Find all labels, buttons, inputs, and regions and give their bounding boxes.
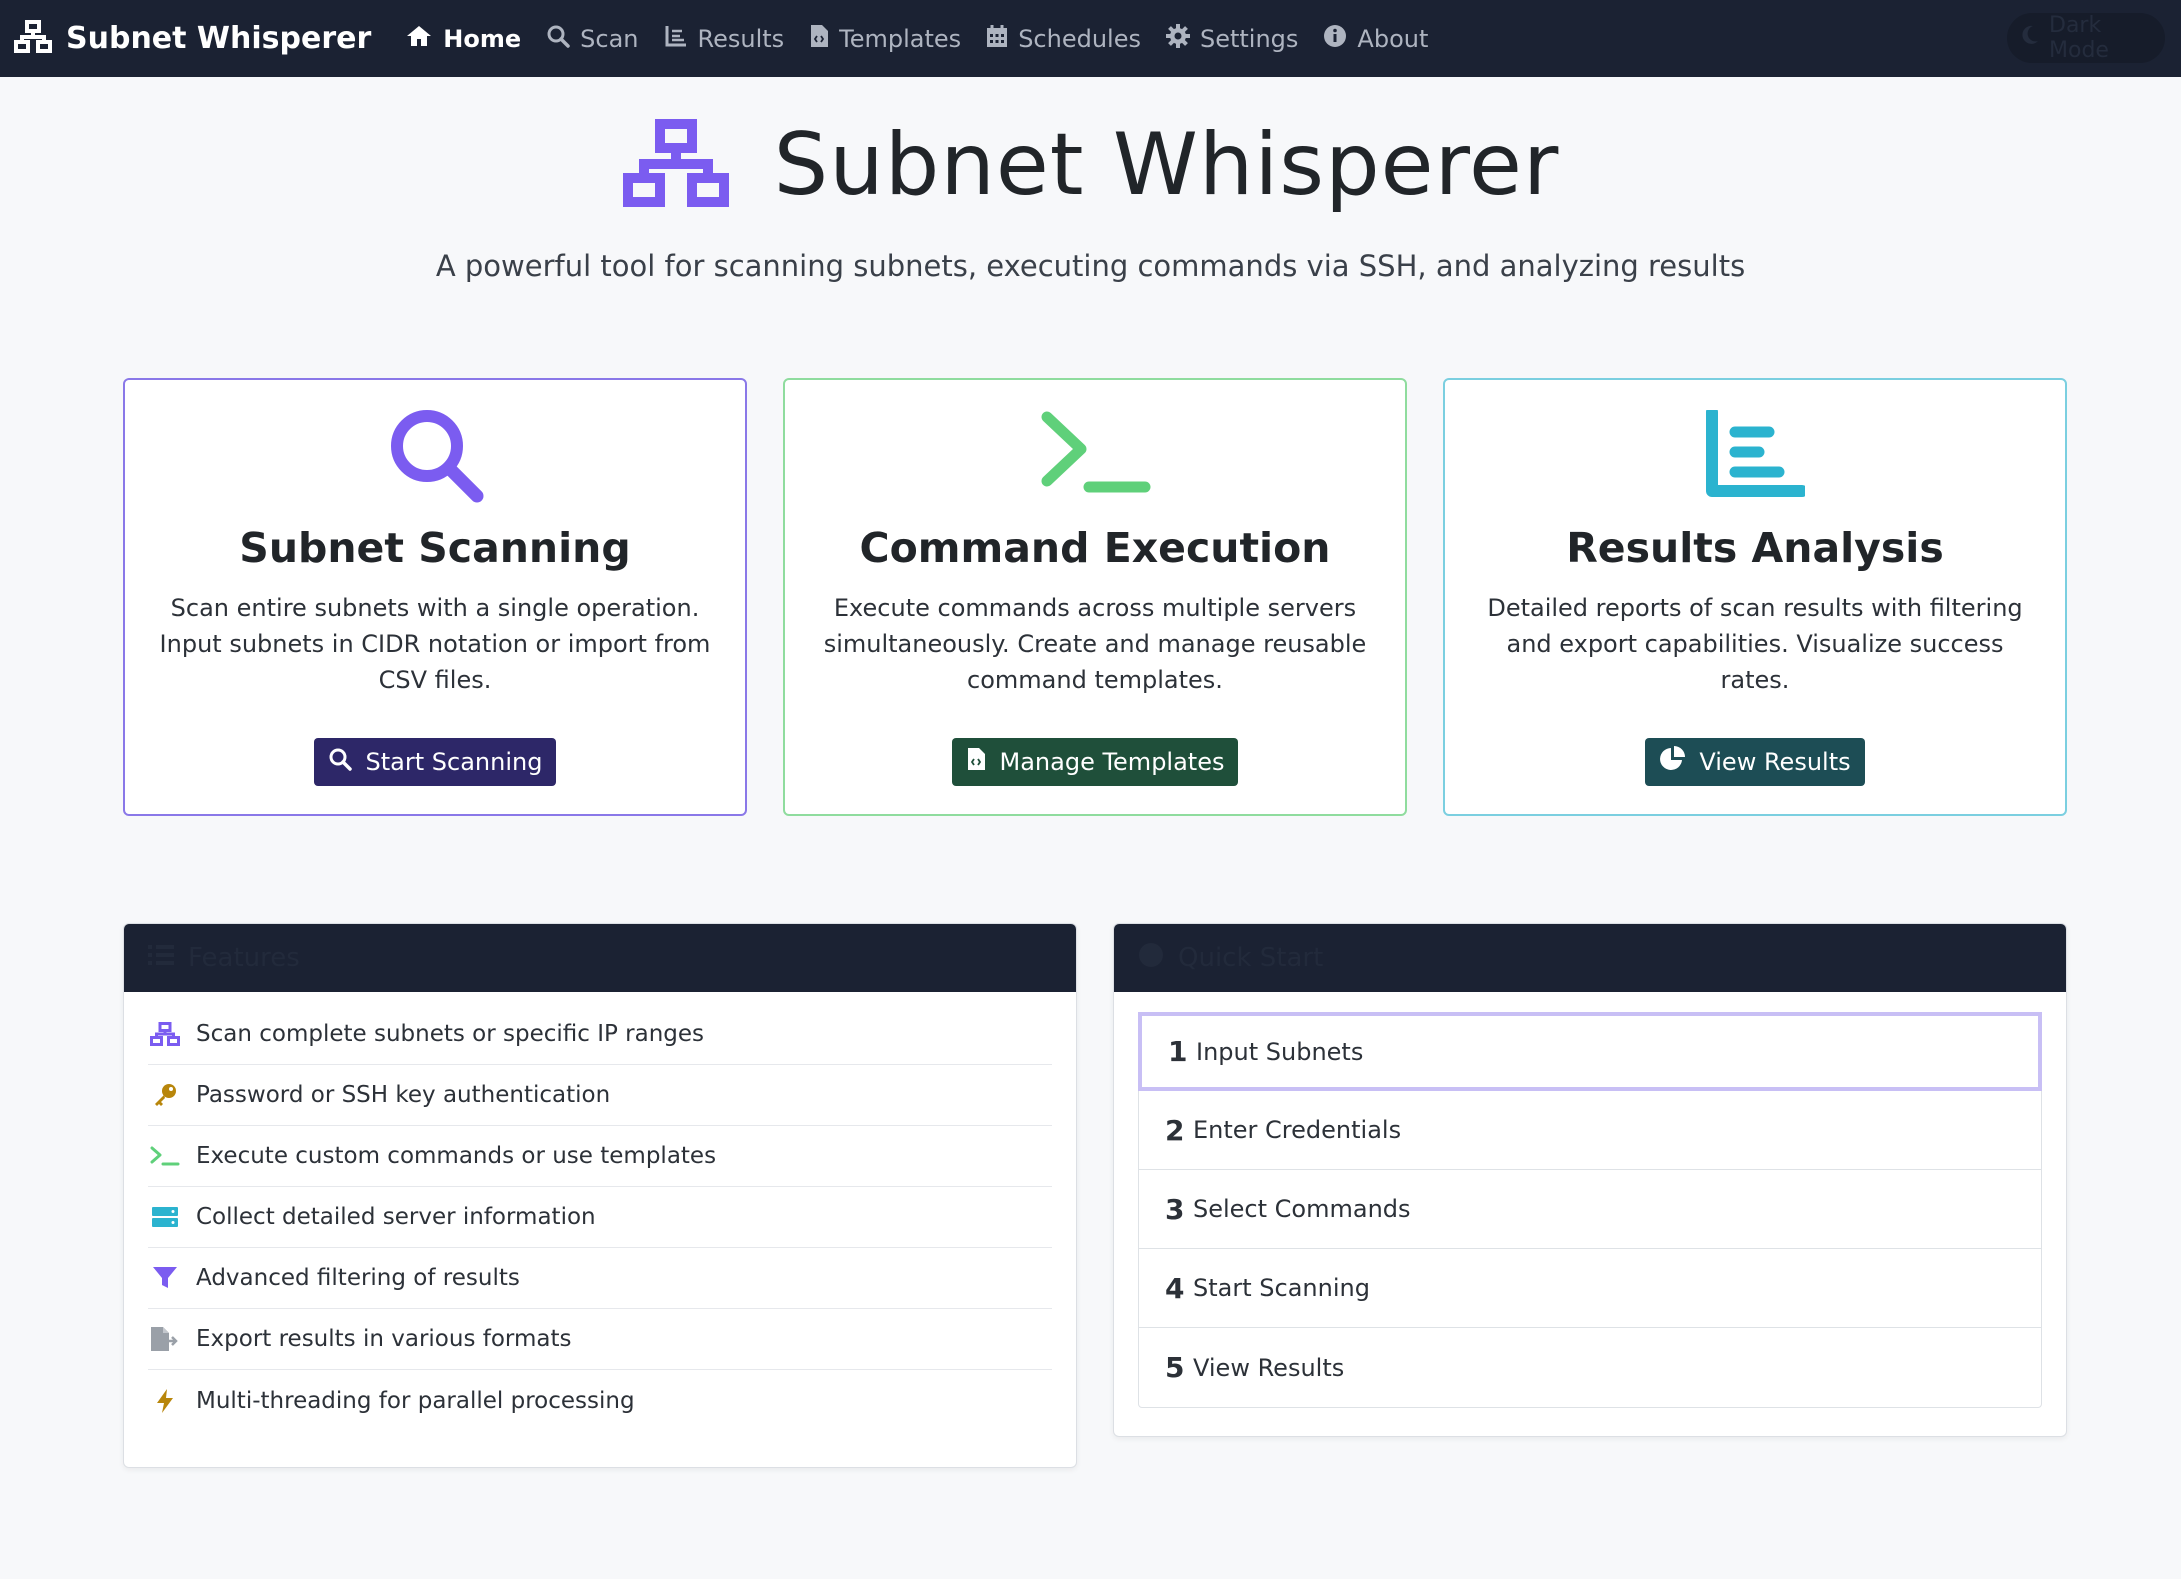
dark-mode-label: Dark Mode bbox=[2049, 13, 2109, 63]
step-number: 3 bbox=[1165, 1192, 1185, 1226]
list-item: Password or SSH key authentication bbox=[148, 1065, 1052, 1126]
chart-icon bbox=[664, 24, 688, 54]
view-results-label: View Results bbox=[1699, 748, 1851, 776]
card-command-execution: Command Execution Execute commands acros… bbox=[783, 378, 1407, 816]
feature-text: Multi-threading for parallel processing bbox=[196, 1387, 635, 1414]
nav-templates[interactable]: Templates bbox=[809, 24, 961, 54]
nav-schedules[interactable]: Schedules bbox=[986, 24, 1141, 54]
step-label: View Results bbox=[1193, 1353, 1345, 1382]
nav-settings[interactable]: Settings bbox=[1165, 23, 1299, 54]
gear-icon bbox=[1165, 23, 1190, 54]
brand-name: Subnet Whisperer bbox=[66, 21, 372, 56]
list-item: Multi-threading for parallel processing bbox=[148, 1370, 1052, 1431]
list-item: Export results in various formats bbox=[148, 1309, 1052, 1370]
network-icon bbox=[622, 118, 730, 212]
nav-settings-label: Settings bbox=[1199, 24, 1299, 53]
network-icon bbox=[148, 1022, 182, 1046]
list-icon bbox=[148, 943, 174, 973]
feature-text: Export results in various formats bbox=[196, 1326, 572, 1352]
hero: Subnet Whisperer A powerful tool for sca… bbox=[0, 77, 2181, 283]
search-icon bbox=[546, 24, 570, 54]
file-code-icon bbox=[809, 24, 829, 54]
step-label: Start Scanning bbox=[1193, 1274, 1370, 1302]
nav-scan-label: Scan bbox=[580, 24, 639, 53]
quick-start-header: Quick Start bbox=[1114, 924, 2066, 992]
page-title: Subnet Whisperer bbox=[773, 115, 1560, 215]
terminal-icon bbox=[785, 404, 1405, 504]
page-subtitle: A powerful tool for scanning subnets, ex… bbox=[435, 249, 1746, 283]
card-text: Detailed reports of scan results with fi… bbox=[1487, 594, 2023, 694]
card-text: Execute commands across multiple servers… bbox=[823, 594, 1367, 694]
list-item: Execute custom commands or use templates bbox=[148, 1126, 1052, 1187]
terminal-icon bbox=[148, 1145, 182, 1167]
search-icon bbox=[328, 747, 352, 777]
card-title: Subnet Scanning bbox=[239, 524, 631, 572]
step-select-commands[interactable]: 3 Select Commands bbox=[1139, 1170, 2041, 1249]
nav-about-label: About bbox=[1357, 24, 1429, 53]
step-label: Enter Credentials bbox=[1193, 1116, 1402, 1144]
feature-text: Password or SSH key authentication bbox=[196, 1082, 611, 1108]
feature-text: Collect detailed server information bbox=[196, 1204, 596, 1230]
list-item: Scan complete subnets or specific IP ran… bbox=[148, 1004, 1052, 1065]
brand[interactable]: Subnet Whisperer bbox=[14, 19, 372, 58]
nav-schedules-label: Schedules bbox=[1018, 24, 1141, 53]
step-number: 2 bbox=[1165, 1113, 1185, 1147]
nav-home[interactable]: Home bbox=[405, 24, 521, 54]
manage-templates-label: Manage Templates bbox=[999, 748, 1225, 776]
step-label: Select Commands bbox=[1193, 1195, 1411, 1223]
pie-chart-icon bbox=[1659, 746, 1686, 778]
step-number: 1 bbox=[1168, 1035, 1188, 1068]
network-icon bbox=[14, 19, 52, 58]
manage-templates-button[interactable]: Manage Templates bbox=[951, 738, 1239, 786]
calendar-icon bbox=[986, 24, 1008, 54]
step-view-results[interactable]: 5 View Results bbox=[1139, 1328, 2041, 1407]
dark-mode-toggle[interactable]: Dark Mode bbox=[2007, 13, 2165, 63]
info-icon bbox=[1323, 24, 1347, 54]
features-panel: Features Scan complete subnets or specif… bbox=[123, 923, 1077, 1468]
start-scanning-button[interactable]: Start Scanning bbox=[313, 738, 557, 786]
search-icon bbox=[125, 404, 745, 504]
file-code-icon bbox=[966, 747, 986, 777]
card-title: Command Execution bbox=[859, 524, 1331, 572]
step-start-scanning[interactable]: 4 Start Scanning bbox=[1139, 1249, 2041, 1328]
moon-icon bbox=[2021, 25, 2039, 51]
step-label: Input Subnets bbox=[1196, 1037, 1364, 1066]
rocket-icon bbox=[1138, 942, 1164, 975]
home-icon bbox=[405, 24, 433, 54]
bolt-icon bbox=[148, 1388, 182, 1414]
start-scanning-label: Start Scanning bbox=[365, 748, 543, 776]
features-title: Features bbox=[188, 943, 300, 973]
list-item: Advanced filtering of results bbox=[148, 1248, 1052, 1309]
quick-start-panel: Quick Start 1 Input Subnets 2 Enter Cred… bbox=[1113, 923, 2067, 1437]
step-input-subnets[interactable]: 1 Input Subnets bbox=[1138, 1012, 2042, 1091]
nav-results-label: Results bbox=[697, 24, 785, 53]
file-export-icon bbox=[148, 1326, 182, 1352]
card-title: Results Analysis bbox=[1566, 524, 1944, 572]
quick-start-title: Quick Start bbox=[1178, 943, 1324, 973]
nav-home-label: Home bbox=[443, 24, 522, 53]
card-results-analysis: Results Analysis Detailed reports of sca… bbox=[1443, 378, 2067, 816]
step-number: 5 bbox=[1165, 1351, 1185, 1384]
server-icon bbox=[148, 1206, 182, 1228]
card-text: Scan entire subnets with a single operat… bbox=[159, 594, 711, 694]
filter-icon bbox=[148, 1266, 182, 1290]
nav-templates-label: Templates bbox=[839, 24, 962, 53]
list-item: Collect detailed server information bbox=[148, 1187, 1052, 1248]
step-enter-credentials[interactable]: 2 Enter Credentials bbox=[1139, 1091, 2041, 1170]
feature-text: Execute custom commands or use templates bbox=[196, 1143, 717, 1169]
feature-text: Advanced filtering of results bbox=[196, 1265, 520, 1291]
features-header: Features bbox=[124, 924, 1076, 992]
feature-text: Scan complete subnets or specific IP ran… bbox=[196, 1021, 705, 1047]
view-results-button[interactable]: View Results bbox=[1645, 738, 1865, 786]
top-navbar: Subnet Whisperer Home Scan Results Templ… bbox=[0, 0, 2181, 77]
nav-results[interactable]: Results bbox=[664, 24, 785, 54]
key-icon bbox=[148, 1082, 182, 1108]
step-number: 4 bbox=[1165, 1271, 1185, 1305]
quick-start-steps: 1 Input Subnets 2 Enter Credentials 3 Se… bbox=[1138, 1012, 2042, 1408]
nav-scan[interactable]: Scan bbox=[546, 24, 639, 54]
chart-bar-icon bbox=[1445, 404, 2065, 504]
nav-about[interactable]: About bbox=[1323, 24, 1428, 54]
card-subnet-scanning: Subnet Scanning Scan entire subnets with… bbox=[123, 378, 747, 816]
